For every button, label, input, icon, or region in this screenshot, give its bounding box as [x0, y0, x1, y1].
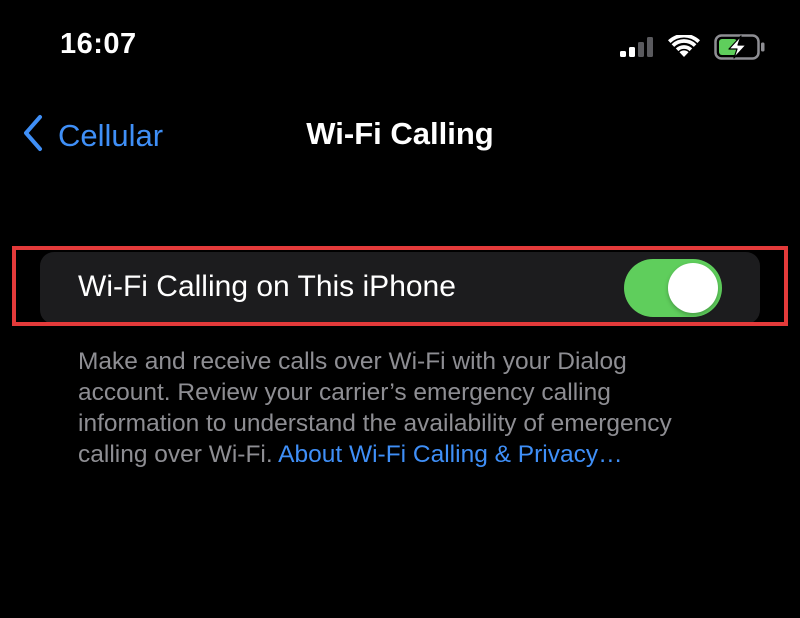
cellular-signal-icon — [620, 37, 654, 62]
description-line-1: Make and receive calls over Wi-Fi with y… — [78, 348, 627, 375]
wifi-calling-cell: Wi-Fi Calling on This iPhone — [40, 252, 760, 324]
navigation-bar: Cellular Wi-Fi Calling — [0, 100, 800, 170]
wifi-calling-label: Wi-Fi Calling on This iPhone — [78, 270, 456, 303]
wifi-icon — [668, 33, 700, 64]
description-line-2: account. Review your carrier’s emergency… — [78, 379, 611, 406]
toggle-knob — [668, 263, 718, 313]
description-line-4-text: calling over Wi-Fi. — [78, 441, 279, 468]
status-time: 16:07 — [60, 28, 137, 60]
back-button[interactable]: Cellular — [22, 114, 163, 157]
status-bar: 16:07 — [0, 0, 800, 90]
battery-charging-icon — [714, 34, 766, 65]
about-wifi-calling-link[interactable]: About Wi-Fi Calling & Privacy… — [278, 441, 622, 468]
description-line-4: calling over Wi-Fi. About Wi-Fi Calling … — [78, 439, 758, 470]
wifi-calling-toggle[interactable] — [624, 259, 722, 317]
status-icons — [620, 33, 766, 65]
back-button-label: Cellular — [58, 117, 164, 153]
wifi-calling-description: Make and receive calls over Wi-Fi with y… — [78, 346, 758, 470]
description-line-3: information to understand the availabili… — [78, 410, 672, 437]
chevron-left-icon — [22, 114, 44, 157]
